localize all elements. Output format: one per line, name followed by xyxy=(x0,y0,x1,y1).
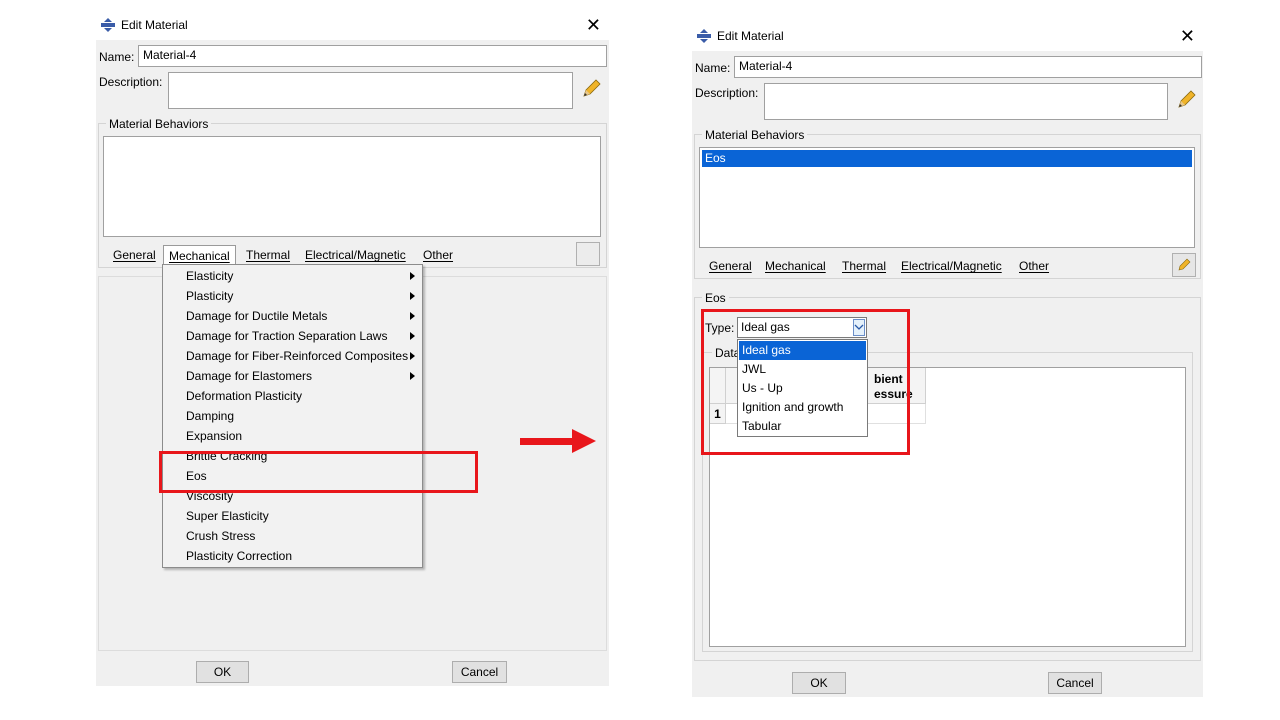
menu-item-deformation-plasticity[interactable]: Deformation Plasticity xyxy=(163,386,421,406)
app-icon xyxy=(697,29,711,43)
menu-electrical-magnetic[interactable]: Electrical/Magnetic xyxy=(305,245,406,265)
eos-group-label: Eos xyxy=(702,291,729,305)
menu-item-label: Plasticity xyxy=(186,289,234,303)
mechanical-menu: Elasticity Plasticity Damage for Ductile… xyxy=(162,264,423,568)
menu-item-label: Damping xyxy=(186,409,235,423)
pencil-icon[interactable] xyxy=(580,78,602,100)
ok-button[interactable]: OK xyxy=(196,661,249,683)
submenu-arrow-icon xyxy=(410,372,415,380)
window-title: Edit Material xyxy=(121,18,188,32)
submenu-arrow-icon xyxy=(410,272,415,280)
type-highlight-box xyxy=(701,309,910,455)
description-label: Description: xyxy=(695,86,759,100)
menu-mechanical[interactable]: Mechanical xyxy=(765,256,826,276)
window-title: Edit Material xyxy=(717,29,784,43)
menu-item-damping[interactable]: Damping xyxy=(163,406,421,426)
material-behaviors-list[interactable]: Eos xyxy=(699,147,1195,248)
menu-item-super-elasticity[interactable]: Super Elasticity xyxy=(163,506,421,526)
pencil-icon xyxy=(1178,258,1191,271)
menu-item-label: Damage for Fiber-Reinforced Composites xyxy=(186,349,409,363)
pencil-icon[interactable] xyxy=(1175,89,1197,111)
material-behaviors-label: Material Behaviors xyxy=(702,128,808,142)
material-behaviors-label: Material Behaviors xyxy=(106,117,212,131)
ok-button[interactable]: OK xyxy=(792,672,846,694)
submenu-arrow-icon xyxy=(410,292,415,300)
app-icon xyxy=(101,18,115,32)
menu-item-elasticity[interactable]: Elasticity xyxy=(163,266,421,286)
description-input[interactable] xyxy=(168,72,573,109)
name-label: Name: xyxy=(99,50,135,64)
menu-item-crush-stress[interactable]: Crush Stress xyxy=(163,526,421,546)
close-icon[interactable]: ✕ xyxy=(586,16,601,34)
menu-item-damage-traction-separation[interactable]: Damage for Traction Separation Laws xyxy=(163,326,421,346)
menu-general[interactable]: General xyxy=(709,256,752,276)
menu-other[interactable]: Other xyxy=(1019,256,1049,276)
menu-thermal[interactable]: Thermal xyxy=(842,256,886,276)
menu-general[interactable]: General xyxy=(113,245,156,265)
transition-arrow-shaft xyxy=(520,438,572,445)
menu-mechanical[interactable]: Mechanical xyxy=(163,245,236,266)
menu-item-label: Plasticity Correction xyxy=(186,549,293,563)
menu-item-plasticity-correction[interactable]: Plasticity Correction xyxy=(163,546,421,566)
cancel-button[interactable]: Cancel xyxy=(1048,672,1102,694)
menu-item-expansion[interactable]: Expansion xyxy=(163,426,421,446)
transition-arrow-head xyxy=(572,429,596,453)
menu-item-plasticity[interactable]: Plasticity xyxy=(163,286,421,306)
submenu-arrow-icon xyxy=(410,352,415,360)
edit-behavior-button[interactable] xyxy=(1172,253,1196,277)
menu-bar: General Mechanical Thermal Electrical/Ma… xyxy=(103,245,601,266)
close-icon[interactable]: ✕ xyxy=(1180,27,1195,45)
menu-item-label: Expansion xyxy=(186,429,243,443)
menu-item-label: Damage for Traction Separation Laws xyxy=(186,329,388,343)
menu-item-damage-ductile-metals[interactable]: Damage for Ductile Metals xyxy=(163,306,421,326)
menu-item-label: Damage for Elastomers xyxy=(186,369,313,383)
menu-item-label: Super Elasticity xyxy=(186,509,269,523)
menu-item-label: Deformation Plasticity xyxy=(186,389,303,403)
name-label: Name: xyxy=(695,61,731,75)
description-input[interactable] xyxy=(764,83,1168,120)
menu-item-damage-fiber-composites[interactable]: Damage for Fiber-Reinforced Composites xyxy=(163,346,421,366)
menu-item-label: Crush Stress xyxy=(186,529,256,543)
menu-thermal[interactable]: Thermal xyxy=(246,245,290,265)
menu-item-label: Damage for Ductile Metals xyxy=(186,309,328,323)
left-title-bar: Edit Material ✕ xyxy=(96,10,609,40)
submenu-arrow-icon xyxy=(410,332,415,340)
edit-behavior-button[interactable] xyxy=(576,242,600,266)
submenu-arrow-icon xyxy=(410,312,415,320)
description-label: Description: xyxy=(99,75,163,89)
name-input[interactable]: Material-4 xyxy=(138,45,607,67)
menu-electrical-magnetic[interactable]: Electrical/Magnetic xyxy=(901,256,1002,276)
menu-item-label: Elasticity xyxy=(186,269,234,283)
material-behaviors-list[interactable] xyxy=(103,136,601,237)
right-title-bar: Edit Material ✕ xyxy=(692,21,1203,51)
cancel-button[interactable]: Cancel xyxy=(452,661,507,683)
menu-bar: General Mechanical Thermal Electrical/Ma… xyxy=(699,256,1195,276)
menu-item-damage-elastomers[interactable]: Damage for Elastomers xyxy=(163,366,421,386)
behavior-item-eos[interactable]: Eos xyxy=(702,150,1192,167)
menu-other[interactable]: Other xyxy=(423,245,453,265)
name-input[interactable]: Material-4 xyxy=(734,56,1202,78)
eos-highlight-box xyxy=(159,451,478,493)
